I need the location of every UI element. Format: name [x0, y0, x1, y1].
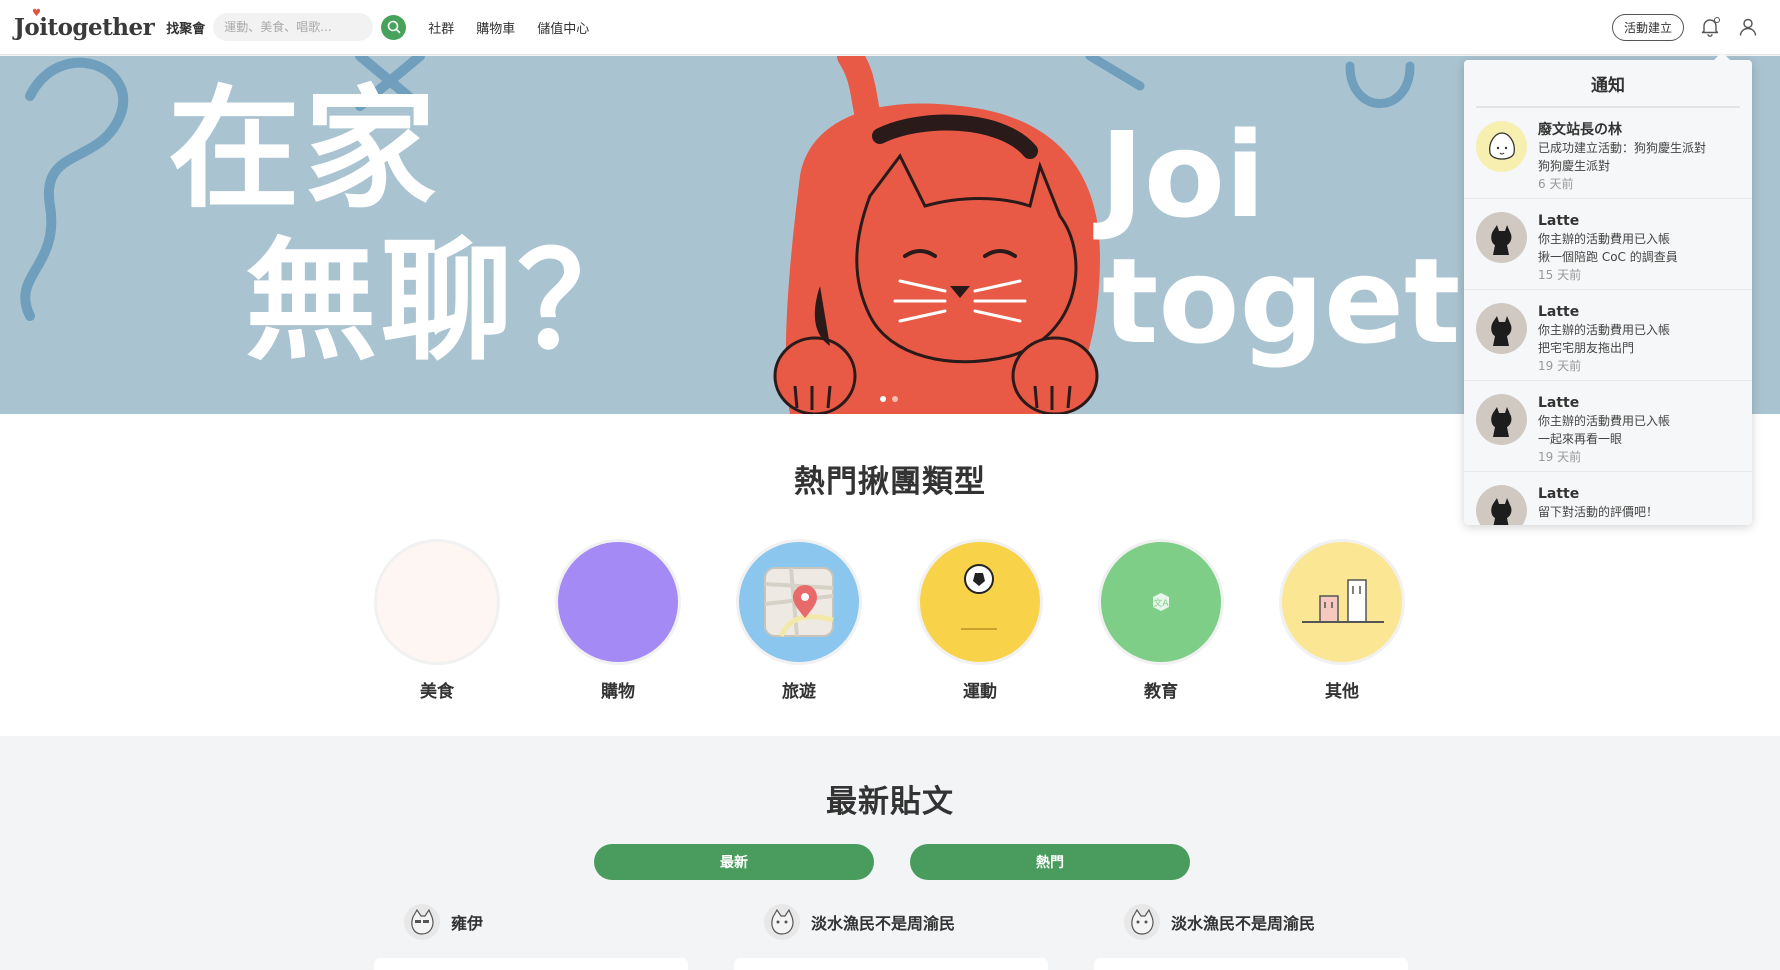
category-label: 運動	[963, 682, 997, 702]
tab-popular[interactable]: 熱門	[910, 844, 1190, 880]
notification-event: 把宅宅朋友拖出門	[1538, 341, 1635, 355]
category-shopping[interactable]: 購物	[555, 539, 681, 702]
author-name: 雍伊	[451, 914, 484, 933]
category-label: 購物	[601, 682, 635, 702]
notification-panel: 通知 廢文站長の林 已成功建立活動：狗狗慶生派對 狗狗慶生派對 6 天前 Lat…	[1464, 60, 1752, 525]
avatar	[1476, 303, 1527, 354]
notification-event: 揪一個陪跑 CoC 的調查員	[1538, 250, 1678, 264]
buildings-icon	[1279, 539, 1405, 665]
post-cards	[374, 958, 1408, 970]
avatar	[1476, 485, 1527, 525]
notification-sender: 廢文站長の林	[1538, 122, 1622, 138]
tab-latest[interactable]: 最新	[594, 844, 874, 880]
nav-community[interactable]: 社群	[428, 18, 454, 37]
search-icon	[387, 20, 401, 34]
notification-title: 通知	[1476, 60, 1740, 108]
main-nav: 社群 購物車 儲值中心	[428, 18, 589, 37]
notification-item[interactable]: Latte 你主辦的活動費用已入帳 揪一個陪跑 CoC 的調查員 15 天前	[1464, 199, 1752, 290]
latest-posts-section: 最新貼文 最新 熱門 雍伊 淡水漁民不是周渝民 淡水漁民不是周渝民	[0, 736, 1780, 970]
carousel-dots	[880, 396, 898, 402]
post-author[interactable]: 淡水漁民不是周渝民	[1094, 904, 1454, 940]
category-list: 美食 購物 旅遊 運動 文A 教育 其他	[374, 539, 1405, 702]
notification-item[interactable]: Latte 留下對活動的評價吧！	[1464, 472, 1752, 525]
top-navbar: ♥ Joitogether 找聚會 社群 購物車 儲值中心 活動建立	[0, 0, 1780, 55]
author-name: 淡水漁民不是周渝民	[1171, 914, 1316, 933]
svg-text:文A: 文A	[1153, 597, 1169, 609]
avatar	[1476, 394, 1527, 445]
category-other[interactable]: 其他	[1279, 539, 1405, 702]
notification-body: 廢文站長の林 已成功建立活動：狗狗慶生派對 狗狗慶生派對 6 天前	[1538, 121, 1707, 191]
post-author[interactable]: 淡水漁民不是周渝民	[734, 904, 1094, 940]
category-label: 旅遊	[782, 682, 816, 702]
notification-popover-arrow	[1713, 52, 1731, 61]
carousel-dot[interactable]	[892, 396, 898, 402]
hero-headline-1: 在家	[168, 73, 440, 227]
post-card[interactable]	[734, 958, 1048, 970]
notification-item[interactable]: 廢文站長の林 已成功建立活動：狗狗慶生派對 狗狗慶生派對 6 天前	[1464, 108, 1752, 199]
notification-body: Latte 你主辦的活動費用已入帳 把宅宅朋友拖出門 19 天前	[1538, 303, 1671, 373]
avatar	[404, 904, 440, 940]
author-name: 淡水漁民不是周渝民	[811, 914, 956, 933]
nav-topup[interactable]: 儲值中心	[537, 18, 589, 37]
find-events-link[interactable]: 找聚會	[166, 18, 205, 37]
post-tabs: 最新 熱門	[594, 844, 1190, 880]
education-icon: 文A	[1098, 539, 1224, 665]
category-label: 美食	[420, 682, 454, 702]
create-event-button[interactable]: 活動建立	[1611, 13, 1684, 41]
search-button[interactable]	[381, 14, 407, 40]
category-travel[interactable]: 旅遊	[736, 539, 862, 702]
post-card[interactable]	[374, 958, 688, 970]
hero-brand-1: Joi	[1100, 106, 1266, 244]
notification-message: 你主辦的活動費用已入帳	[1538, 232, 1671, 246]
joitogether-logo[interactable]: ♥ Joitogether	[14, 8, 155, 41]
notification-sender: Latte	[1538, 304, 1580, 320]
notification-message: 留下對活動的評價吧！	[1538, 505, 1659, 519]
map-pin-icon	[736, 539, 862, 665]
avatar	[764, 904, 800, 940]
notification-button[interactable]	[1698, 15, 1722, 39]
unread-dot	[1714, 17, 1720, 23]
notification-time: 19 天前	[1538, 359, 1582, 373]
latest-posts-title: 最新貼文	[826, 784, 954, 820]
notification-item[interactable]: Latte 你主辦的活動費用已入帳 把宅宅朋友拖出門 19 天前	[1464, 290, 1752, 381]
shopping-category-icon	[555, 539, 681, 665]
notification-sender: Latte	[1538, 213, 1580, 229]
notification-message: 你主辦的活動費用已入帳	[1538, 323, 1671, 337]
notification-time: 19 天前	[1538, 450, 1582, 464]
notification-time: 15 天前	[1538, 268, 1582, 282]
notification-sender: Latte	[1538, 395, 1580, 411]
nav-cart[interactable]: 購物車	[476, 18, 515, 37]
avatar	[1476, 212, 1527, 263]
category-label: 教育	[1144, 682, 1178, 702]
post-card[interactable]	[1094, 958, 1408, 970]
avatar	[1476, 121, 1527, 172]
category-education[interactable]: 文A 教育	[1098, 539, 1224, 702]
avatar	[1124, 904, 1160, 940]
post-author[interactable]: 雍伊	[374, 904, 734, 940]
soccer-ball-icon	[917, 539, 1043, 665]
notification-message: 已成功建立活動：狗狗慶生派對	[1538, 141, 1707, 155]
header-actions: 活動建立	[1611, 13, 1766, 41]
notification-body: Latte 你主辦的活動費用已入帳 一起來再看一眼 19 天前	[1538, 394, 1671, 464]
category-sports[interactable]: 運動	[917, 539, 1043, 702]
heart-icon: ♥	[32, 7, 41, 19]
notification-body: Latte 你主辦的活動費用已入帳 揪一個陪跑 CoC 的調查員 15 天前	[1538, 212, 1678, 282]
notification-body: Latte 留下對活動的評價吧！	[1538, 485, 1658, 525]
carousel-dot[interactable]	[880, 396, 886, 402]
post-authors: 雍伊 淡水漁民不是周渝民 淡水漁民不是周渝民	[374, 904, 1454, 940]
search-input[interactable]	[213, 13, 374, 41]
hero-headline-2: 無聊？	[245, 225, 653, 379]
profile-button[interactable]	[1736, 15, 1760, 39]
notification-time: 6 天前	[1538, 177, 1574, 191]
notification-event: 狗狗慶生派對	[1538, 159, 1611, 173]
user-icon	[1739, 18, 1757, 36]
notification-message: 你主辦的活動費用已入帳	[1538, 414, 1671, 428]
category-label: 其他	[1325, 682, 1359, 702]
notification-event: 一起來再看一眼	[1538, 432, 1623, 446]
notification-sender: Latte	[1538, 486, 1580, 502]
category-food[interactable]: 美食	[374, 539, 500, 702]
notification-item[interactable]: Latte 你主辦的活動費用已入帳 一起來再看一眼 19 天前	[1464, 381, 1752, 472]
food-category-icon	[374, 539, 500, 665]
